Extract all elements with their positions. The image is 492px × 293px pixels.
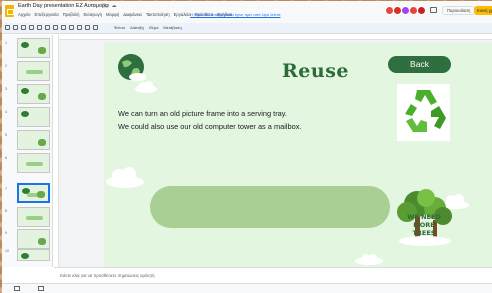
collaborator-avatars <box>385 6 426 15</box>
slide-thumbnail-selected[interactable] <box>17 183 50 203</box>
menu-slide[interactable]: Διαφάνεια <box>123 12 142 17</box>
slide-canvas: Reuse Back We can turn an old picture fr… <box>54 35 492 269</box>
slide-thumbnail[interactable] <box>17 249 50 261</box>
slide-thumbnail[interactable] <box>17 153 50 173</box>
toolbar-icons <box>5 25 98 30</box>
slide-number: 6 <box>5 156 7 160</box>
last-edit-link[interactable]: Η τελευταία επεξεργασία έγινε πριν από λ… <box>190 12 280 17</box>
title-bar: Earth Day presentation ΕΖ Αυτομορφ ☆ ⊡ ☁… <box>2 1 492 23</box>
theme-button[interactable]: Θέμα <box>149 25 159 30</box>
toolbar: Φόντο Διάταξη Θέμα Μετάβαση <box>2 23 492 34</box>
present-button[interactable]: Παρουσίαση <box>442 6 476 15</box>
current-slide[interactable]: Reuse Back We can turn an old picture fr… <box>104 43 492 269</box>
cloud-icon <box>135 81 157 93</box>
slide-number: 4 <box>5 110 7 114</box>
menu-file[interactable]: Αρχείο <box>18 12 31 17</box>
slide-number: 10 <box>5 249 9 253</box>
toolbar-text-buttons: Φόντο Διάταξη Θέμα Μετάβαση <box>114 25 182 30</box>
bottom-bar <box>2 283 492 293</box>
horizontal-ruler <box>54 35 492 40</box>
comment-icon[interactable] <box>430 7 437 13</box>
empty-rounded-shape[interactable] <box>150 186 390 228</box>
menu-insert[interactable]: Εισαγωγή <box>83 12 102 17</box>
slide-text-line[interactable]: We can turn an old picture frame into a … <box>118 109 287 118</box>
slide-filmstrip: 1 2 3 4 5 6 7 8 9 10 <box>2 35 53 267</box>
slide-number: 7 <box>5 187 7 191</box>
background-button[interactable]: Φόντο <box>114 25 125 30</box>
share-button[interactable]: Κοινή χρ <box>474 6 492 15</box>
slide-title[interactable]: Reuse <box>282 60 349 82</box>
undo-icon[interactable] <box>13 25 18 30</box>
slide-thumbnail[interactable] <box>17 84 50 104</box>
textbox-icon[interactable] <box>61 25 66 30</box>
grid-view-icon[interactable] <box>14 286 20 291</box>
slide-thumbnail[interactable] <box>17 107 50 127</box>
transition-button[interactable]: Μετάβαση <box>163 25 181 30</box>
slide-thumbnail[interactable] <box>17 61 50 81</box>
layout-button[interactable]: Διάταξη <box>130 25 144 30</box>
earth-globe-icon <box>118 54 146 81</box>
star-move-icons[interactable]: ☆ ⊡ ☁ <box>92 3 118 9</box>
menu-edit[interactable]: Επεξεργασία <box>35 12 59 17</box>
menu-tools[interactable]: Εργαλεία <box>174 12 191 17</box>
image-icon[interactable] <box>69 25 74 30</box>
avatar[interactable] <box>417 6 426 15</box>
line-icon[interactable] <box>85 25 90 30</box>
slide-number: 3 <box>5 87 7 91</box>
slide-number: 5 <box>5 133 7 137</box>
slide-text-line[interactable]: We could also use our old computer tower… <box>118 122 302 131</box>
redo-icon[interactable] <box>21 25 26 30</box>
cloud-icon <box>106 167 144 188</box>
slide-thumbnail[interactable] <box>17 207 50 227</box>
print-icon[interactable] <box>29 25 34 30</box>
menu-format[interactable]: Μορφή <box>106 12 119 17</box>
slide-number: 8 <box>5 209 7 213</box>
slide-thumbnail[interactable] <box>17 130 50 150</box>
we-need-more-trees-text: WE NEED MORE TREES <box>407 213 441 237</box>
paint-format-icon[interactable] <box>37 25 42 30</box>
slide-number: 2 <box>5 64 7 68</box>
comment-add-icon[interactable] <box>93 25 98 30</box>
slide-thumbnail[interactable] <box>17 229 50 249</box>
shape-icon[interactable] <box>77 25 82 30</box>
menu-view[interactable]: Προβολή <box>63 12 80 17</box>
zoom-icon[interactable] <box>45 25 50 30</box>
cloud-icon <box>355 254 383 265</box>
slides-logo-icon[interactable] <box>5 5 14 17</box>
back-button[interactable]: Back <box>388 56 451 73</box>
slide-number: 1 <box>5 41 7 45</box>
notes-placeholder[interactable]: Κάντε κλικ για να προσθέσετε σημειώσεις … <box>60 273 155 278</box>
menu-arrange[interactable]: Τακτοποίηση <box>146 12 170 17</box>
select-icon[interactable] <box>53 25 58 30</box>
add-slide-icon[interactable] <box>5 25 10 30</box>
slide-thumbnail[interactable] <box>17 38 50 58</box>
vertical-ruler <box>54 35 59 267</box>
speaker-notes[interactable]: Κάντε κλικ για να προσθέσετε σημειώσεις … <box>54 267 492 283</box>
slide-number: 9 <box>5 231 7 235</box>
slides-window: Earth Day presentation ΕΖ Αυτομορφ ☆ ⊡ ☁… <box>2 1 492 293</box>
filmstrip-view-icon[interactable] <box>38 286 44 291</box>
recycle-icon <box>397 84 450 141</box>
